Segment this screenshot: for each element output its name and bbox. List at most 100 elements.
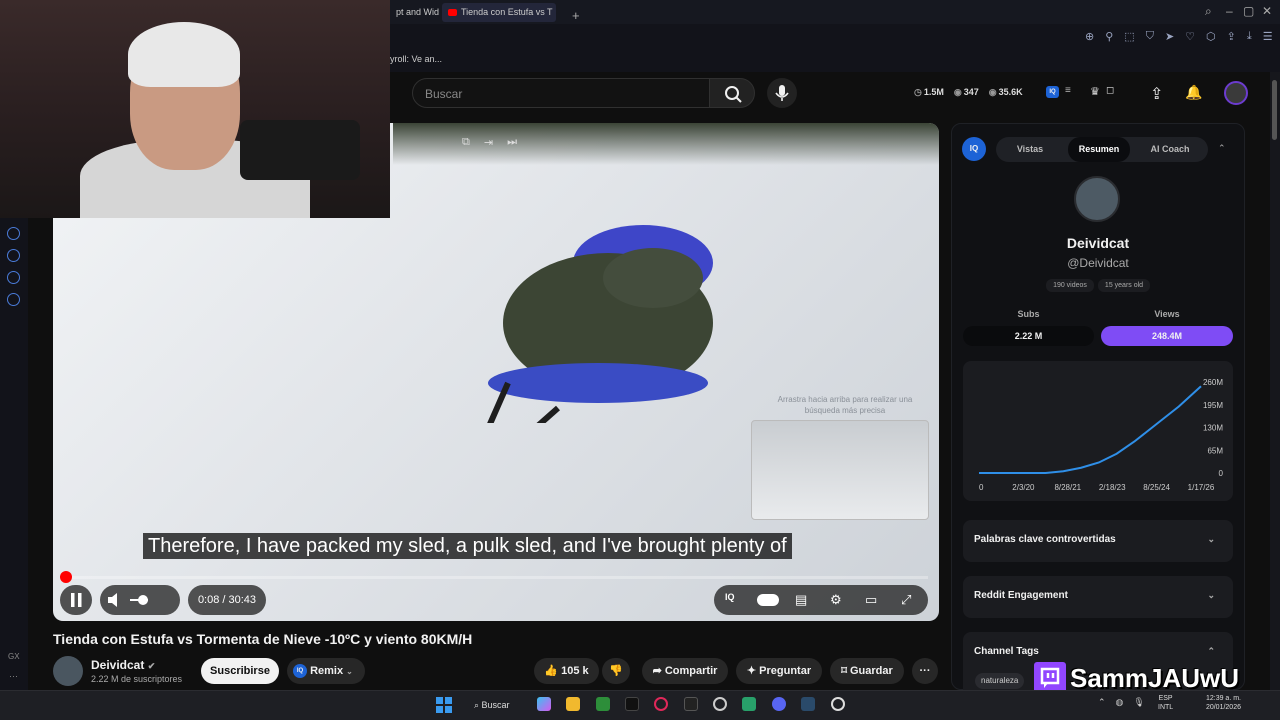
- minimize-icon[interactable]: –: [1226, 4, 1233, 18]
- captions-icon[interactable]: ▤: [795, 592, 807, 608]
- autoplay-toggle[interactable]: [757, 594, 779, 606]
- taskbar-search-label: Buscar: [481, 700, 510, 710]
- thumbs-up-icon: 👍: [544, 665, 559, 677]
- views-series-line: [979, 385, 1202, 474]
- obs-icon[interactable]: [713, 697, 727, 711]
- theater-icon[interactable]: ▭: [865, 592, 877, 608]
- notes-icon[interactable]: ◻: [1106, 85, 1114, 96]
- pause-button[interactable]: [60, 585, 92, 615]
- tab-active[interactable]: Tienda con Estufa vs T: [442, 3, 556, 22]
- sidebar-settings-icon[interactable]: [7, 293, 20, 306]
- new-tab-button[interactable]: +: [566, 4, 586, 23]
- panel-channel-name: Deividcat: [1066, 235, 1130, 251]
- capcut-icon[interactable]: [684, 697, 698, 711]
- upload-icon[interactable]: ⇪: [1150, 84, 1163, 104]
- settings-app-icon[interactable]: [831, 697, 845, 711]
- app-icon[interactable]: [801, 697, 815, 711]
- trophy-icon[interactable]: ♛: [1090, 85, 1100, 98]
- send-icon[interactable]: ➤: [1165, 30, 1174, 46]
- remix-button[interactable]: IQ Remix ⌄: [287, 658, 365, 684]
- sidebar-history-icon[interactable]: [7, 249, 20, 262]
- channel-avatar[interactable]: [53, 656, 83, 686]
- save-button[interactable]: ⌑ Guardar: [830, 658, 904, 684]
- shield-icon[interactable]: ⛉: [1146, 30, 1154, 46]
- skip-icon[interactable]: ⏭: [507, 136, 517, 149]
- maximize-icon[interactable]: ▢: [1243, 4, 1254, 18]
- sidebar-extensions-icon[interactable]: [7, 271, 20, 284]
- zoom-icon[interactable]: ⊕: [1085, 30, 1094, 46]
- taskbar-search[interactable]: ⌕ Buscar: [468, 694, 524, 716]
- search-tabs-icon[interactable]: ⌕: [1205, 4, 1212, 19]
- fullscreen-icon[interactable]: ⤢: [901, 592, 911, 608]
- tiktok-icon[interactable]: [625, 697, 639, 711]
- enter-icon[interactable]: ⇥: [484, 136, 493, 149]
- popout-icon[interactable]: ⧉: [462, 136, 470, 149]
- opera-gx-icon[interactable]: [654, 697, 668, 711]
- views-toggle[interactable]: 248.4M: [1101, 326, 1233, 346]
- tab-resumen[interactable]: Resumen: [1068, 137, 1130, 162]
- iq-player-icon[interactable]: IQ: [725, 592, 735, 602]
- heart-icon[interactable]: ♡: [1185, 30, 1195, 46]
- more-icon[interactable]: ···: [9, 671, 18, 681]
- gx-icon[interactable]: GX: [8, 652, 20, 661]
- accordion-reddit-engagement[interactable]: Reddit Engagement ⌄: [963, 576, 1233, 618]
- windows-start-icon[interactable]: [436, 697, 452, 713]
- channel-tag-chip[interactable]: naturaleza: [975, 673, 1025, 689]
- bookmark-item[interactable]: yroll: Ve an...: [390, 54, 442, 64]
- chevron-up-icon[interactable]: ⌃: [1098, 697, 1106, 708]
- more-actions-button[interactable]: ···: [912, 658, 938, 684]
- x-tick-label: 8/25/24: [1143, 483, 1170, 492]
- notifications-icon[interactable]: 🔔: [1185, 84, 1202, 101]
- menu-icon[interactable]: ☰: [1263, 30, 1273, 46]
- snapshot-icon[interactable]: ⬚: [1124, 30, 1134, 46]
- sidebar-messenger-icon[interactable]: [7, 227, 20, 240]
- remix-label: Remix: [310, 665, 344, 677]
- clock[interactable]: 12:39 a. m. 20/01/2026: [1195, 694, 1241, 712]
- channel-name[interactable]: Deividcat ✔: [91, 658, 155, 672]
- network-icon[interactable]: ◍: [1116, 697, 1124, 708]
- dislike-button[interactable]: 👎: [602, 658, 630, 684]
- volume-icon: [108, 593, 148, 607]
- list-icon[interactable]: ≡: [1065, 85, 1071, 96]
- microphone-tray-icon[interactable]: 🎙: [1133, 697, 1144, 708]
- tab-vistas[interactable]: Vistas: [1000, 137, 1060, 162]
- video-sled-graphic: [487, 225, 713, 423]
- tab-ai-coach[interactable]: AI Coach: [1140, 137, 1200, 162]
- download-icon[interactable]: ⤓: [1247, 30, 1252, 46]
- extensions-icon[interactable]: ⬡: [1206, 30, 1216, 46]
- share-icon[interactable]: ⇪: [1227, 30, 1236, 46]
- tab-previous[interactable]: pt and Wid: [390, 3, 442, 22]
- app-icon[interactable]: [742, 697, 756, 711]
- user-avatar[interactable]: [1224, 81, 1248, 105]
- comments-stat: ◉ 35.6K: [989, 87, 1023, 98]
- file-explorer-icon[interactable]: [566, 697, 580, 711]
- webcam-overlay: [0, 0, 390, 218]
- pin-icon[interactable]: ⚲: [1105, 30, 1113, 46]
- settings-icon[interactable]: ⚙: [830, 592, 842, 608]
- voice-search-button[interactable]: [767, 78, 797, 108]
- ask-button[interactable]: ✦ Preguntar: [736, 658, 822, 684]
- progress-scrubber[interactable]: [60, 571, 72, 583]
- language-indicator[interactable]: ESP INTL: [1158, 694, 1173, 712]
- subs-toggle[interactable]: 2.22 M: [963, 326, 1094, 346]
- accordion-controversial-keywords[interactable]: Palabras clave controvertidas ⌄: [963, 520, 1233, 562]
- search-input[interactable]: Buscar: [412, 78, 710, 108]
- page-scrollbar[interactable]: [1270, 72, 1280, 690]
- like-button[interactable]: 👍 105 k: [534, 658, 599, 684]
- minecraft-icon[interactable]: [596, 697, 610, 711]
- discord-icon[interactable]: [772, 697, 786, 711]
- preview-hint: Arrastra hacia arriba para realizar una …: [777, 395, 913, 415]
- subscribe-button[interactable]: Suscribirse: [201, 658, 279, 684]
- progress-bar[interactable]: [66, 576, 928, 579]
- copilot-icon[interactable]: [537, 697, 551, 711]
- video-top-controls: ⧉ ⇥ ⏭: [462, 136, 517, 149]
- search-button[interactable]: [709, 78, 755, 108]
- frame-preview[interactable]: [751, 420, 929, 520]
- iq-badge[interactable]: IQ: [1046, 86, 1059, 98]
- sparkle-icon: ✦: [746, 665, 757, 677]
- close-icon[interactable]: ✕: [1262, 4, 1272, 18]
- collapse-icon[interactable]: ⌃: [1218, 143, 1226, 154]
- share-button[interactable]: ➦ Compartir: [642, 658, 728, 684]
- volume-control[interactable]: [100, 585, 180, 615]
- scrollbar-thumb[interactable]: [1272, 80, 1277, 140]
